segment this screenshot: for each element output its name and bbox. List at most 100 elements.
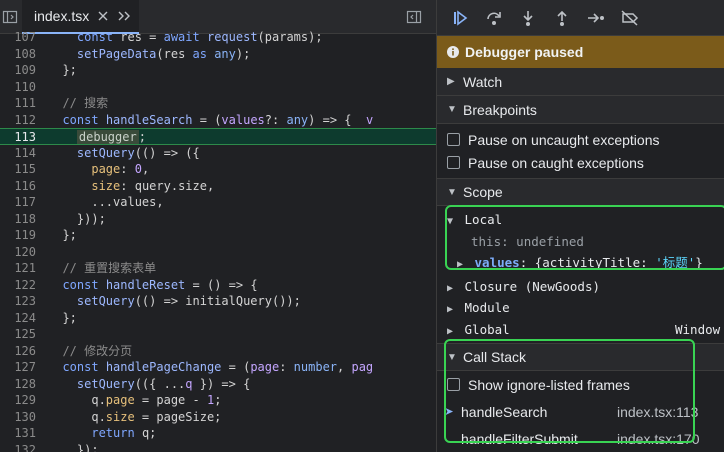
section-watch[interactable]: ▶ Watch xyxy=(437,68,724,96)
var-name: values xyxy=(474,255,520,270)
code-line[interactable]: 116 size: query.size, xyxy=(0,178,436,195)
code-line[interactable]: 130 q.size = pageSize; xyxy=(0,409,436,426)
step-out-button[interactable] xyxy=(545,4,579,32)
toggle-debugger-icon[interactable] xyxy=(406,9,422,25)
more-tabs-icon[interactable] xyxy=(117,10,131,22)
code-line[interactable]: 118 })); xyxy=(0,211,436,228)
step-over-button[interactable] xyxy=(477,4,511,32)
code-line[interactable]: 115 page: 0, xyxy=(0,161,436,178)
line-number[interactable]: 115 xyxy=(0,161,36,178)
line-number[interactable]: 117 xyxy=(0,194,36,211)
frame-function-name: handleFilterSubmit xyxy=(461,430,578,447)
code-text: const handleReset = () => { xyxy=(62,277,258,292)
code-text: return q; xyxy=(91,426,157,440)
line-number[interactable]: 111 xyxy=(0,95,36,112)
line-number[interactable]: 127 xyxy=(0,359,36,376)
line-number[interactable]: 132 xyxy=(0,442,36,452)
code-line[interactable]: 119 }; xyxy=(0,227,436,244)
code-line[interactable]: 110 xyxy=(0,79,436,96)
code-line[interactable]: 113 debugger; xyxy=(0,128,436,145)
pause-caught-checkbox[interactable] xyxy=(447,156,460,169)
code-line[interactable]: 109 }; xyxy=(0,62,436,79)
line-number[interactable]: 110 xyxy=(0,79,36,96)
section-scope[interactable]: ▼ Scope xyxy=(437,178,724,206)
code-line[interactable]: 111 // 搜索 xyxy=(0,95,436,112)
code-line[interactable]: 126 // 修改分页 xyxy=(0,343,436,360)
code-text: ...values, xyxy=(48,195,164,209)
code-line[interactable]: 132 }); xyxy=(0,442,436,452)
line-number[interactable]: 129 xyxy=(0,392,36,409)
line-number[interactable]: 108 xyxy=(0,46,36,63)
current-frame-arrow-icon: ➤ xyxy=(444,406,454,418)
code-line[interactable]: 128 setQuery(({ ...q }) => { xyxy=(0,376,436,393)
line-number[interactable]: 131 xyxy=(0,425,36,442)
code-line[interactable]: 108 setPageData(res as any); xyxy=(0,46,436,63)
code-line[interactable]: 117 ...values, xyxy=(0,194,436,211)
line-number[interactable]: 107 xyxy=(0,29,36,46)
collapsed-triangle-icon: ▶ xyxy=(447,76,455,87)
scope-local[interactable]: ▼ Local xyxy=(437,209,724,231)
line-number[interactable]: 119 xyxy=(0,227,36,244)
line-number[interactable]: 120 xyxy=(0,244,36,261)
code-line[interactable]: 112 const handleSearch = (values?: any) … xyxy=(0,112,436,129)
expanded-triangle-icon: ▼ xyxy=(447,351,457,363)
line-number[interactable]: 123 xyxy=(0,293,36,310)
section-breakpoints[interactable]: ▼ Breakpoints xyxy=(437,96,724,124)
line-number[interactable]: 118 xyxy=(0,211,36,228)
line-number[interactable]: 114 xyxy=(0,145,36,162)
step-into-button[interactable] xyxy=(511,4,545,32)
deactivate-breakpoints-button[interactable] xyxy=(613,4,647,32)
code-line[interactable]: 107 const res = await request(params); xyxy=(0,29,436,46)
resume-button[interactable] xyxy=(443,4,477,32)
code-line[interactable]: 123 setQuery(() => initialQuery()); xyxy=(0,293,436,310)
toggle-navigator-icon[interactable] xyxy=(2,9,18,25)
scope-var-this[interactable]: this: undefined xyxy=(437,231,724,253)
code-line[interactable]: 127 const handlePageChange = (page: numb… xyxy=(0,359,436,376)
close-icon[interactable] xyxy=(97,10,109,22)
pause-uncaught-checkbox[interactable] xyxy=(447,133,460,146)
code-line[interactable]: 114 setQuery(() => ({ xyxy=(0,145,436,162)
show-ignore-listed-checkbox[interactable] xyxy=(447,378,460,391)
call-stack-frames: ➤ handleSearch index.tsx:113 handleFilterSu… xyxy=(437,398,724,452)
call-frame-handleFilterSubmit[interactable]: handleFilterSubmit index.tsx:170 xyxy=(437,425,724,452)
info-icon xyxy=(447,46,459,58)
line-number[interactable]: 128 xyxy=(0,376,36,393)
tab-label: index.tsx xyxy=(34,8,90,24)
code-line[interactable]: 121 // 重置搜索表单 xyxy=(0,260,436,277)
line-number[interactable]: 116 xyxy=(0,178,36,195)
scope-local-label: Local xyxy=(464,212,503,227)
code-line[interactable]: 124 }; xyxy=(0,310,436,327)
expanded-triangle-icon: ▼ xyxy=(447,104,457,115)
scope-closure[interactable]: ▶ Closure (NewGoods) xyxy=(437,276,724,298)
call-frame-handleSearch[interactable]: ➤ handleSearch index.tsx:113 xyxy=(437,398,724,425)
scope-var-values[interactable]: ▶ values: {activityTitle: '标题'} xyxy=(437,252,724,274)
line-number[interactable]: 124 xyxy=(0,310,36,327)
line-number[interactable]: 121 xyxy=(0,260,36,277)
step-button[interactable] xyxy=(579,4,613,32)
show-ignore-listed-row[interactable]: Show ignore-listed frames xyxy=(437,371,724,398)
scope-module[interactable]: ▶ Module xyxy=(437,297,724,319)
line-number[interactable]: 109 xyxy=(0,62,36,79)
code-line[interactable]: 131 return q; xyxy=(0,425,436,442)
frame-location[interactable]: index.tsx:113 xyxy=(617,404,698,420)
debugger-toolbar xyxy=(437,0,724,36)
code-text: }); xyxy=(48,442,99,452)
code-text: const res = await request(params); xyxy=(76,30,323,44)
line-number[interactable]: 130 xyxy=(0,409,36,426)
line-number[interactable]: 113 xyxy=(0,129,36,146)
code-line[interactable]: 120 xyxy=(0,244,436,261)
code-text: size: query.size, xyxy=(91,178,215,193)
line-number[interactable]: 126 xyxy=(0,343,36,360)
code-line[interactable]: 129 q.page = page - 1; xyxy=(0,392,436,409)
scope-global[interactable]: ▶ Global Window xyxy=(437,319,724,341)
code-line[interactable]: 125 xyxy=(0,326,436,343)
line-number[interactable]: 122 xyxy=(0,277,36,294)
pause-uncaught-row[interactable]: Pause on uncaught exceptions xyxy=(437,128,724,151)
line-number[interactable]: 112 xyxy=(0,112,36,129)
pause-caught-row[interactable]: Pause on caught exceptions xyxy=(437,151,724,174)
code-line[interactable]: 122 const handleReset = () => { xyxy=(0,277,436,294)
section-call-stack[interactable]: ▼ Call Stack xyxy=(437,343,724,371)
frame-location[interactable]: index.tsx:170 xyxy=(617,431,700,447)
line-number[interactable]: 125 xyxy=(0,326,36,343)
frame-function-name: handleSearch xyxy=(461,403,548,420)
